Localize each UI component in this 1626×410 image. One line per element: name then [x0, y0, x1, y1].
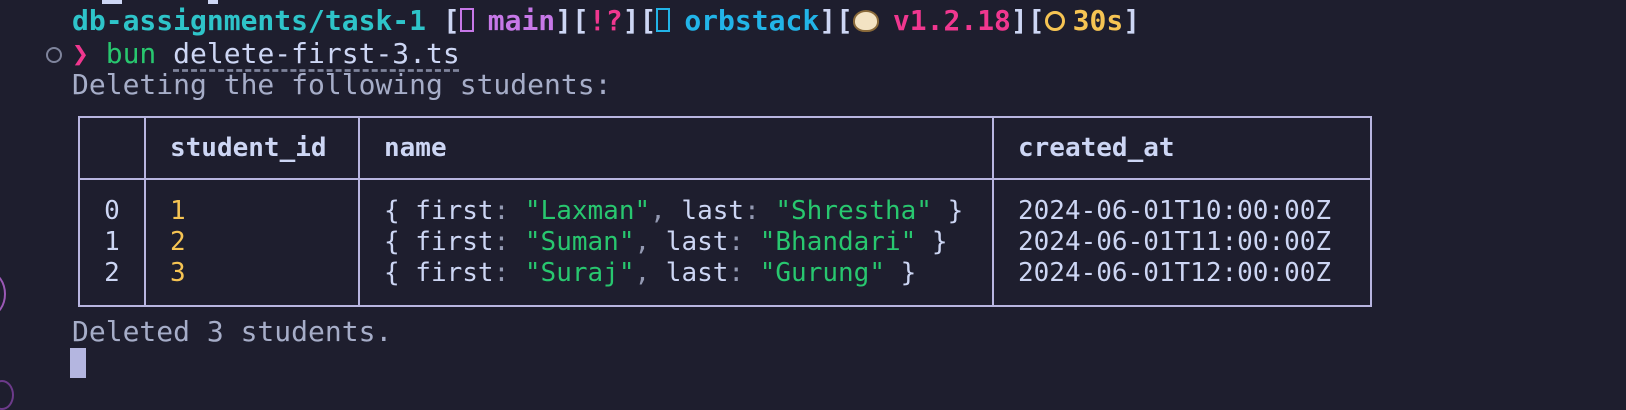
- column-header-name: name: [358, 117, 994, 180]
- docker-context: orbstack: [684, 4, 820, 37]
- prompt-path: db-assignments/task-1: [72, 4, 427, 37]
- name-cell: { first: "Suman", last: "Bhandari" }: [358, 227, 994, 258]
- prompt-symbol: ❯: [72, 37, 89, 70]
- prompt-marker-icon: [46, 47, 62, 63]
- name-cell: { first: "Suraj", last: "Gurung" }: [358, 258, 994, 306]
- table-row: 1 2 { first: "Suman", last: "Bhandari" }…: [78, 227, 1372, 258]
- command-duration: 30s: [1072, 4, 1124, 37]
- command-argument[interactable]: delete-first-3.ts: [173, 37, 460, 70]
- created-at-cell: 2024-06-01T11:00:00Z: [992, 227, 1372, 258]
- output-footer: Deleted 3 students.: [72, 315, 393, 348]
- prompt-line: db-assignments/task-1 [main][!?][orbstac…: [72, 4, 1141, 37]
- student-id-cell: 2: [144, 227, 360, 258]
- column-header-created-at: created_at: [992, 117, 1372, 180]
- column-header-student-id: student_id: [144, 117, 360, 180]
- column-header-index: [78, 117, 146, 180]
- output-heading: Deleting the following students:: [72, 68, 612, 101]
- terminal-cursor[interactable]: [70, 348, 86, 378]
- student-id-cell: 3: [144, 258, 360, 306]
- row-index: 2: [78, 258, 146, 306]
- stopwatch-icon: [1044, 11, 1065, 31]
- git-branch-icon: [459, 8, 474, 32]
- created-at-cell: 2024-06-01T12:00:00Z: [992, 258, 1372, 306]
- command-line: ❯ bun delete-first-3.ts: [72, 38, 460, 70]
- table-header-row: student_id name created_at: [78, 117, 1372, 180]
- table-row: 2 3 { first: "Suraj", last: "Gurung" } 2…: [78, 258, 1372, 306]
- git-branch: main: [487, 4, 556, 37]
- docker-context-icon: [656, 8, 671, 32]
- name-cell: { first: "Laxman", last: "Shrestha" }: [358, 179, 994, 227]
- student-id-cell: 1: [144, 179, 360, 227]
- bun-version: v1.2.18: [892, 4, 1011, 37]
- window-edge-decoration: [0, 380, 14, 410]
- command-name: bun: [105, 37, 157, 70]
- window-edge-decoration: [0, 272, 6, 316]
- bun-icon: [852, 10, 879, 32]
- table-row: 0 1 { first: "Laxman", last: "Shrestha" …: [78, 179, 1372, 227]
- git-status-label: !?: [588, 4, 623, 37]
- row-index: 0: [78, 179, 146, 227]
- row-index: 1: [78, 227, 146, 258]
- created-at-cell: 2024-06-01T10:00:00Z: [992, 179, 1372, 227]
- students-table: student_id name created_at 0 1 { first: …: [78, 116, 1372, 307]
